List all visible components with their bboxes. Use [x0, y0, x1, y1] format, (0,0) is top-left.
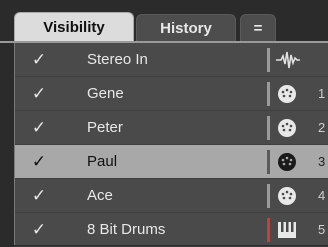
visibility-checkbox[interactable]: ✓	[29, 84, 49, 104]
tab-bar: Visibility History =	[0, 0, 328, 43]
track-row-gene[interactable]: ✓ Gene 1	[15, 77, 328, 111]
tab-more-menu[interactable]: =	[240, 14, 276, 42]
track-name: 8 Bit Drums	[87, 221, 166, 238]
track-number: 2	[318, 120, 326, 135]
track-color-separator	[267, 116, 270, 140]
midi-connector-icon	[278, 153, 296, 171]
track-name: Gene	[87, 85, 124, 102]
track-number: 4	[318, 188, 326, 203]
instrument-keyboard-icon	[278, 222, 296, 238]
track-name: Paul	[87, 153, 118, 170]
track-name: Ace	[87, 187, 113, 204]
track-row-8-bit-drums[interactable]: ✓ 8 Bit Drums 5	[15, 213, 328, 247]
track-number: 5	[318, 222, 326, 237]
track-number: 1	[318, 86, 326, 101]
track-color-separator	[267, 82, 270, 106]
track-name: Stereo In	[87, 51, 148, 68]
midi-connector-icon	[278, 119, 296, 137]
track-row-peter[interactable]: ✓ Peter 2	[15, 111, 328, 145]
track-row-paul[interactable]: ✓ Paul 3	[15, 145, 328, 179]
track-color-separator	[267, 184, 270, 208]
track-color-separator	[267, 48, 270, 72]
visibility-checkbox[interactable]: ✓	[29, 152, 49, 172]
tab-visibility[interactable]: Visibility	[14, 12, 134, 42]
visibility-checkbox[interactable]: ✓	[29, 186, 49, 206]
track-color-separator	[267, 218, 270, 242]
visibility-checkbox[interactable]: ✓	[29, 220, 49, 240]
track-row-stereo-in[interactable]: ✓ Stereo In	[15, 43, 328, 77]
visibility-checkbox[interactable]: ✓	[29, 50, 49, 70]
visibility-panel-root: Visibility History = ✓ Stereo In ✓ Gene	[0, 0, 328, 247]
track-list: ✓ Stereo In ✓ Gene 1 ✓ Peter 2 ✓ Paul 3 …	[14, 43, 328, 247]
visibility-checkbox[interactable]: ✓	[29, 118, 49, 138]
track-color-separator	[267, 150, 270, 174]
tab-history[interactable]: History	[136, 14, 236, 42]
midi-connector-icon	[278, 85, 296, 103]
audio-waveform-icon	[276, 51, 300, 69]
midi-connector-icon	[278, 187, 296, 205]
track-row-ace[interactable]: ✓ Ace 4	[15, 179, 328, 213]
track-number: 3	[318, 154, 326, 169]
track-name: Peter	[87, 119, 123, 136]
